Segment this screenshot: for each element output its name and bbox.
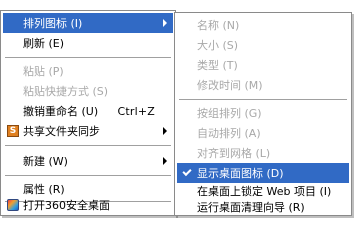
context-menu: 排列图标 (I) 刷新 (E) 粘贴 (P) 粘贴快捷方式 (S) 撤销重命名 …	[0, 10, 176, 216]
submenu-item-size[interactable]: 大小 (S)	[177, 35, 349, 55]
360-desktop-icon	[7, 199, 19, 211]
menu-item-label: 刷新 (E)	[23, 37, 65, 50]
submenu-item-align-to-grid[interactable]: 对齐到网格 (L)	[177, 143, 349, 163]
menu-item-shared-folder-sync[interactable]: S 共享文件夹同步	[3, 121, 173, 141]
menu-item-label: 粘贴 (P)	[23, 65, 64, 78]
menu-separator	[179, 99, 347, 101]
submenu-arrow-icon	[163, 127, 167, 135]
submenu-item-modified-time[interactable]: 修改时间 (M)	[177, 75, 349, 95]
menu-item-undo-rename[interactable]: 撤销重命名 (U) Ctrl+Z	[3, 101, 173, 121]
submenu-item-show-desktop-icons[interactable]: 显示桌面图标 (D)	[177, 163, 349, 183]
menu-item-paste-shortcut[interactable]: 粘贴快捷方式 (S)	[3, 81, 173, 101]
menu-item-label: 对齐到网格 (L)	[197, 147, 271, 160]
submenu-item-desktop-cleanup-wizard[interactable]: 运行桌面清理向导 (R)	[177, 197, 349, 217]
menu-item-label: 新建 (W)	[23, 155, 68, 168]
menu-item-label: 共享文件夹同步	[23, 125, 100, 138]
submenu-item-show-in-groups[interactable]: 按组排列 (G)	[177, 103, 349, 123]
menu-item-new[interactable]: 新建 (W)	[3, 151, 173, 171]
submenu-arrow-icon	[163, 157, 167, 165]
submenu-arrow-icon	[163, 19, 167, 27]
checkmark-icon	[182, 166, 192, 177]
arrange-icons-submenu: 名称 (N) 大小 (S) 类型 (T) 修改时间 (M) 按组排列 (G) 自…	[174, 12, 352, 216]
menu-item-open-360-desktop[interactable]: 打开360安全桌面	[3, 195, 173, 215]
submenu-item-auto-arrange[interactable]: 自动排列 (A)	[177, 123, 349, 143]
menu-item-label: 排列图标 (I)	[23, 17, 83, 30]
menu-item-label: 运行桌面清理向导 (R)	[197, 201, 305, 214]
menu-item-label: 撤销重命名 (U)	[23, 105, 99, 118]
menu-item-paste[interactable]: 粘贴 (P)	[3, 61, 173, 81]
menu-separator	[5, 57, 171, 59]
menu-item-label: 类型 (T)	[197, 59, 238, 72]
menu-item-label: 按组排列 (G)	[197, 107, 262, 120]
menu-item-label: 粘贴快捷方式 (S)	[23, 85, 109, 98]
menu-item-label: 名称 (N)	[197, 19, 240, 32]
share-sync-icon: S	[7, 125, 19, 137]
menu-item-refresh[interactable]: 刷新 (E)	[3, 33, 173, 53]
submenu-item-name[interactable]: 名称 (N)	[177, 15, 349, 35]
submenu-item-type[interactable]: 类型 (T)	[177, 55, 349, 75]
menu-item-label: 显示桌面图标 (D)	[197, 167, 284, 180]
menu-item-label: 打开360安全桌面	[23, 199, 110, 212]
menu-item-arrange-icons[interactable]: 排列图标 (I)	[3, 13, 173, 33]
menu-item-label: 自动排列 (A)	[197, 127, 261, 140]
menu-separator	[5, 145, 171, 147]
menu-item-shortcut: Ctrl+Z	[117, 104, 155, 118]
menu-item-label: 大小 (S)	[197, 39, 239, 52]
menu-item-label: 修改时间 (M)	[197, 79, 263, 92]
menu-separator	[5, 175, 171, 177]
